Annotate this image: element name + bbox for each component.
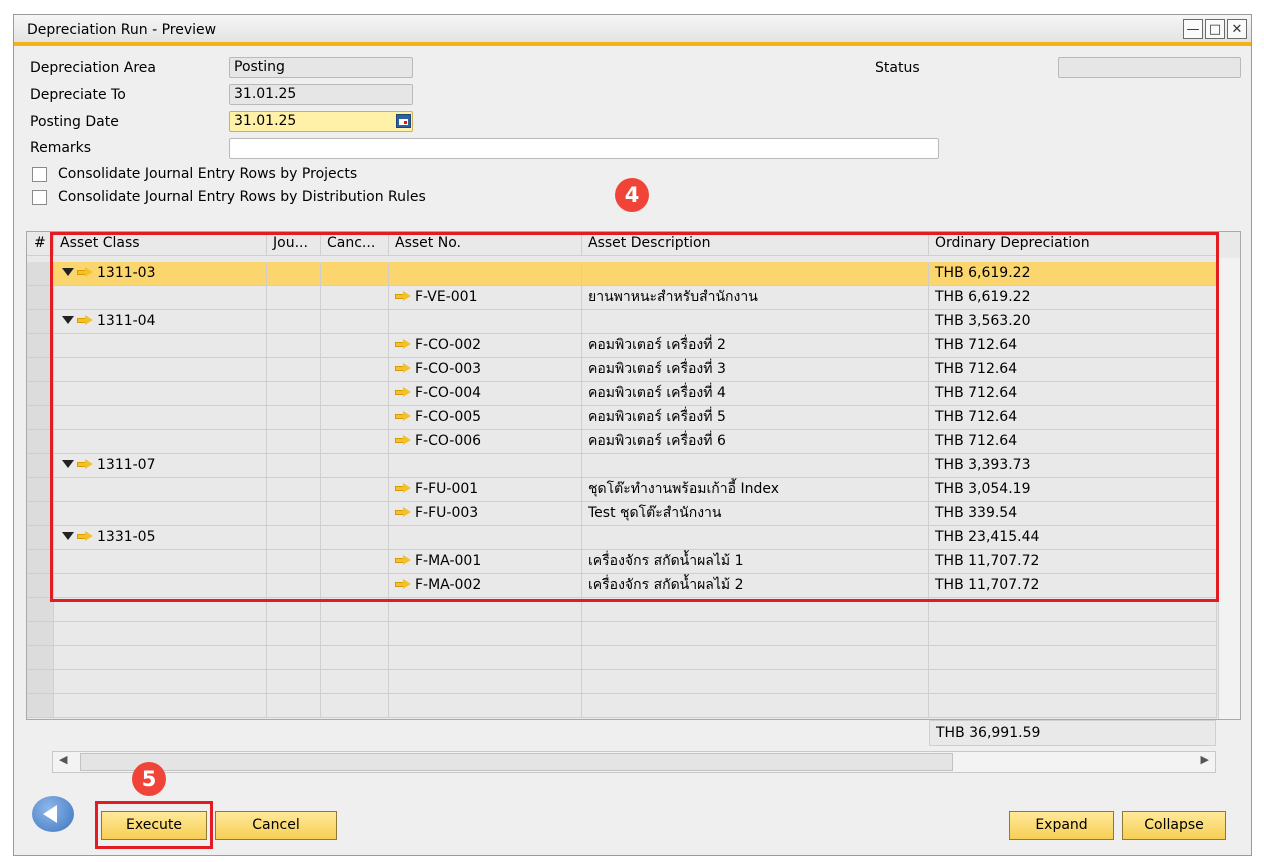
empty-row [27,622,1217,646]
grid-cell [54,622,267,645]
execute-button[interactable]: Execute [101,811,207,840]
grid-cell [389,670,582,693]
grid-cell [582,670,929,693]
depreciation-area-label: Depreciation Area [30,60,156,76]
posting-date-label: Posting Date [30,114,119,130]
annotation-badge-5: 5 [132,762,166,796]
grid-cell [389,694,582,717]
grid-cell [54,670,267,693]
row-number-cell [27,646,54,669]
grid-cell [267,646,321,669]
grid-cell [321,694,389,717]
status-field[interactable] [1058,57,1241,78]
row-number-cell [27,622,54,645]
horizontal-scroll-thumb[interactable] [80,753,953,771]
close-icon[interactable]: ✕ [1227,19,1247,39]
back-arrow-icon[interactable] [32,796,74,832]
depreciate-to-label: Depreciate To [30,87,126,103]
grid-cell [267,622,321,645]
minimize-icon[interactable]: — [1183,19,1203,39]
scroll-left-icon[interactable]: ◀ [59,753,67,766]
grid-cell [929,622,1217,645]
calendar-icon[interactable] [396,114,411,128]
empty-row [27,646,1217,670]
grid-cell [267,694,321,717]
scroll-right-icon[interactable]: ▶ [1201,753,1209,766]
grid-cell [582,646,929,669]
horizontal-scrollbar[interactable]: ◀ ▶ [52,751,1216,773]
consolidate-projects-label[interactable]: Consolidate Journal Entry Rows by Projec… [58,166,357,182]
remarks-field[interactable] [229,138,939,159]
grid-cell [582,694,929,717]
grid-cell [321,670,389,693]
depreciate-to-field[interactable]: 31.01.25 [229,84,413,105]
empty-row [27,694,1217,718]
empty-row [27,670,1217,694]
maximize-icon[interactable]: □ [1205,19,1225,39]
grid-cell [389,646,582,669]
depreciation-total: THB 36,991.59 [929,720,1216,746]
grid-cell [929,694,1217,717]
grid-cell [389,622,582,645]
cancel-button[interactable]: Cancel [215,811,337,840]
posting-date-field[interactable]: 31.01.25 [229,111,413,132]
collapse-button[interactable]: Collapse [1122,811,1226,840]
expand-button[interactable]: Expand [1009,811,1114,840]
remarks-label: Remarks [30,140,92,156]
status-label: Status [875,60,920,76]
consolidate-distribution-label[interactable]: Consolidate Journal Entry Rows by Distri… [58,189,426,205]
vertical-scrollbar[interactable] [1218,258,1240,719]
grid-cell [321,646,389,669]
consolidate-projects-checkbox[interactable] [32,167,47,182]
row-number-cell [27,694,54,717]
window-title: Depreciation Run - Preview [27,22,217,38]
grid-cell [54,694,267,717]
grid-cell [321,622,389,645]
grid-cell [54,646,267,669]
grid-cell [267,670,321,693]
posting-date-value: 31.01.25 [234,113,297,129]
depreciation-area-field[interactable]: Posting [229,57,413,78]
annotation-badge-4: 4 [615,178,649,212]
title-bar: Depreciation Run - Preview — □ ✕ [14,15,1251,46]
grid-cell [929,670,1217,693]
grid-cell [929,646,1217,669]
row-number-cell [27,670,54,693]
consolidate-distribution-checkbox[interactable] [32,190,47,205]
grid-cell [582,622,929,645]
highlight-box-grid [50,232,1219,602]
